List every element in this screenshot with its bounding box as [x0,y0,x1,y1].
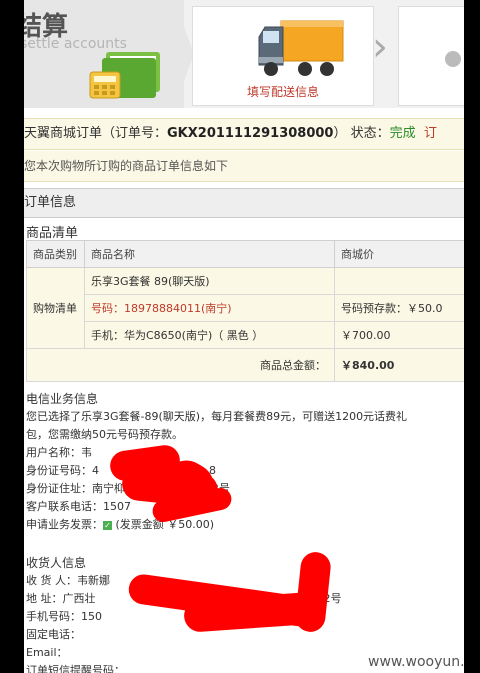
header-category: 商品类别 [26,240,85,268]
total-label: 商品总金额： [26,348,335,382]
receiver-phone-row: 固定电话： [26,628,81,641]
user-name-row: 用户名称：韦 [26,444,407,462]
user-name-label: 用户名称：韦 [26,446,92,459]
watermark: www.wooyun.org [368,654,464,670]
table-header-row: 商品类别 商品名称 商城价 [26,240,464,268]
step-arrow [174,0,194,108]
order-status-bar: 天翼商城订单（订单号：GKX201111291308000） 状态：完成 订 [24,118,464,150]
receiver-email-row: Email： [26,646,68,659]
order-suffix: ） 状态： [333,126,390,141]
telecom-info-block: 电信业务信息 您已选择了乐享3G套餐-89(聊天版)，每月套餐费89元，可赠送1… [26,390,407,534]
receiver-info-title: 收货人信息 [26,556,87,570]
checkout-header: 结算 settle accounts 填写配送信息 › [24,0,464,108]
product-name: 乐享3G套餐 89(聊天版) [84,267,335,295]
table-row: 购物清单 乐享3G套餐 89(聊天版) [26,267,464,349]
total-row: 商品总金额： ￥840.00 [26,348,464,382]
sms-notice-row: 订单短信提醒号码： [26,664,125,673]
next-step [398,6,464,106]
product-list-heading: 商品清单 [26,226,79,241]
table-row: 手机：华为C8650(南宁)（ 黑色 ） ￥700.00 [27,321,464,349]
contact-phone-label: 客户联系电话：1507 [26,500,131,513]
chevron-right-icon: › [372,24,388,70]
product-price: ￥700.00 [334,321,464,349]
telecom-info-title: 电信业务信息 [26,392,99,406]
product-name: 号码：18978884011(南宁) [84,294,335,322]
total-value: ￥840.00 [334,348,464,382]
id-number-row: 身份证号码：4 8 [26,462,407,480]
order-page: 结算 settle accounts 填写配送信息 › 天翼商城订单（订单号：G… [24,0,464,673]
category-cell: 购物清单 [26,267,85,349]
header-price: 商城价 [334,240,464,268]
telecom-desc-line1: 您已选择了乐享3G套餐-89(聊天版)，每月套餐费89元，可赠送1200元话费礼 [26,410,408,423]
product-price: 号码预存款：￥50.0 [334,294,464,322]
order-info-notice: 您本次购物所订购的商品订单信息如下 [24,151,464,182]
order-number: GKX201111291308000 [167,126,334,141]
order-info-heading: 订单信息 [24,188,464,218]
step-label: 填写配送信息 [246,85,319,99]
order-status: 完成 [389,126,416,141]
table-row: 号码：18978884011(南宁) 号码预存款：￥50.0 [27,294,464,322]
calculator-folder-icon [89,52,160,99]
order-prefix: 天翼商城订单（订单号： [24,126,168,141]
settle-step: 结算 settle accounts [24,0,184,108]
telecom-desc-line2: 包，您需缴纳50元号码预存款。 [26,428,183,441]
id-address-label: 身份证住址：南宁枊冫 [26,482,136,495]
delivery-step: 填写配送信息 [192,6,374,106]
product-table: 商品类别 商品名称 商城价 购物清单 乐享3G套餐 89(聊天版) 号码：189… [26,240,464,382]
checkbox-checked-icon[interactable]: ✓ [103,520,112,530]
product-price [334,267,464,295]
product-name: 手机：华为C8650(南宁)（ 黑色 ） [84,321,335,349]
header-product-name: 商品名称 [84,240,335,268]
truck-icon [258,20,344,76]
invoice-row: 申请业务发票：✓ (发票金额 ￥50.00) [26,516,407,534]
step-dot-icon [445,51,461,67]
invoice-label: 申请业务发票： [26,518,103,531]
view-order-link[interactable]: 订 [424,126,437,141]
id-number-label: 身份证号码：4 [26,464,99,477]
receiver-address-label: 地 址：广西壮 [26,592,96,605]
